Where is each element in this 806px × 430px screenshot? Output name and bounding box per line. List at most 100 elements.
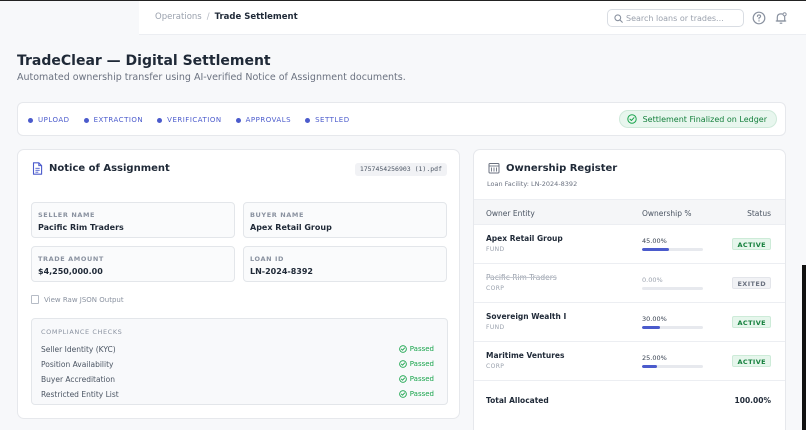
top-bar: Operations / Trade Settlement xyxy=(0,0,806,35)
breadcrumb-separator: / xyxy=(206,12,210,22)
field-label: SELLER NAME xyxy=(38,211,96,219)
step-dot xyxy=(235,117,241,123)
compliance-check-row: Restricted Entity List Passed xyxy=(41,388,434,400)
page-subtitle: Automated ownership transfer using AI-ve… xyxy=(17,72,406,83)
field-label: BUYER NAME xyxy=(250,211,305,219)
search-input[interactable] xyxy=(626,12,738,25)
step-extraction: EXTRACTION xyxy=(83,116,144,124)
check-status-text: Passed xyxy=(409,375,434,383)
field-label: TRADE AMOUNT xyxy=(38,255,104,263)
window-edge xyxy=(802,265,806,430)
column-header-status: Status xyxy=(747,209,771,218)
field-label: LOAN ID xyxy=(250,255,285,263)
owner-entity: Apex Retail Group xyxy=(486,234,563,243)
field-value: LN-2024-8392 xyxy=(250,267,313,276)
check-circle-icon xyxy=(398,390,407,398)
status-badge: ACTIVE xyxy=(732,355,771,367)
step-label: UPLOAD xyxy=(38,116,70,124)
compliance-checks-panel: COMPLIANCE CHECKS Seller Identity (KYC) … xyxy=(31,318,448,405)
ownership-bar-fill xyxy=(642,365,658,368)
step-label: SETTLED xyxy=(315,116,350,124)
ownership-bar-fill xyxy=(642,248,670,251)
trade-amount-field: TRADE AMOUNT $4,250,000.00 xyxy=(31,246,235,282)
check-name: Restricted Entity List xyxy=(41,389,119,399)
status-badge: EXITED xyxy=(732,277,771,289)
owner-entity: Sovereign Wealth I xyxy=(486,312,567,321)
step-approvals: APPROVALS xyxy=(235,116,292,124)
total-value: 100.00% xyxy=(734,396,771,405)
step-label: EXTRACTION xyxy=(93,116,144,124)
check-name: Seller Identity (KYC) xyxy=(41,344,116,354)
register-table-header: Owner Entity Ownership % Status xyxy=(474,199,785,225)
notice-title: Notice of Assignment xyxy=(49,163,170,174)
check-status: Passed xyxy=(398,390,434,398)
breadcrumb: Operations / Trade Settlement xyxy=(155,12,298,22)
ownership-bar xyxy=(642,326,703,329)
raw-json-label[interactable]: View Raw JSON Output xyxy=(44,296,124,304)
step-settled: SETTLED xyxy=(305,116,350,124)
register-row: Sovereign Wealth I FUND 30.00% ACTIVE xyxy=(474,303,785,342)
loan-id-field: LOAN ID LN-2024-8392 xyxy=(243,246,447,282)
ownership-register-card: Ownership Register Loan Facility: LN-202… xyxy=(473,149,786,430)
ownership-percent: 30.00% xyxy=(642,315,667,323)
register-card-header: Ownership Register xyxy=(488,162,617,174)
seller-name-field: SELLER NAME Pacific Rim Traders xyxy=(31,202,235,238)
step-label: APPROVALS xyxy=(245,116,292,124)
owner-entity: Maritime Ventures xyxy=(486,351,565,360)
step-verification: VERIFICATION xyxy=(157,116,221,124)
bank-icon xyxy=(488,163,500,174)
search-icon xyxy=(614,14,623,23)
compliance-check-row: Position Availability Passed xyxy=(41,358,434,370)
step-list: UPLOAD EXTRACTION VERIFICATION APPROVALS… xyxy=(28,116,350,124)
compliance-check-row: Buyer Accreditation Passed xyxy=(41,373,434,385)
register-title: Ownership Register xyxy=(506,162,618,174)
breadcrumb-current: Trade Settlement xyxy=(214,12,298,22)
notice-card: Notice of Assignment 1757454256903 (1).p… xyxy=(17,149,460,419)
ownership-bar xyxy=(642,248,703,251)
check-status-text: Passed xyxy=(409,360,434,368)
step-dot xyxy=(305,117,311,123)
header: Operations / Trade Settlement xyxy=(139,1,806,35)
loan-facility-label: Loan Facility: LN-2024-8392 xyxy=(487,180,578,188)
document-icon xyxy=(32,162,43,175)
step-dot xyxy=(83,117,89,123)
entity-type: CORP xyxy=(486,363,505,370)
breadcrumb-parent[interactable]: Operations xyxy=(155,12,202,22)
search-box[interactable] xyxy=(607,9,744,27)
check-status: Passed xyxy=(398,345,434,353)
file-name-chip[interactable]: 1757454256903 (1).pdf xyxy=(354,163,447,176)
entity-type: FUND xyxy=(486,246,505,253)
check-status: Passed xyxy=(398,360,434,368)
ownership-bar xyxy=(642,365,703,368)
check-name: Buyer Accreditation xyxy=(41,374,115,384)
register-row: Maritime Ventures CORP 25.00% ACTIVE xyxy=(474,342,785,381)
field-value: Pacific Rim Traders xyxy=(38,223,124,232)
view-raw-json-toggle[interactable]: View Raw JSON Output xyxy=(31,295,124,304)
help-icon[interactable] xyxy=(751,10,767,26)
step-dot xyxy=(157,117,163,123)
bell-icon[interactable] xyxy=(773,10,789,26)
compliance-check-row: Seller Identity (KYC) Passed xyxy=(41,343,434,355)
settlement-status-badge: Settlement Finalized on Ledger xyxy=(618,110,777,128)
check-status: Passed xyxy=(398,375,434,383)
check-circle-icon xyxy=(398,375,407,383)
status-badge: ACTIVE xyxy=(732,238,771,250)
status-badge: ACTIVE xyxy=(732,316,771,328)
progress-stepper: UPLOAD EXTRACTION VERIFICATION APPROVALS… xyxy=(17,102,786,136)
ownership-percent: 0.00% xyxy=(642,276,663,284)
checkbox-icon[interactable] xyxy=(31,295,39,304)
total-label: Total Allocated xyxy=(486,396,549,405)
buyer-name-field: BUYER NAME Apex Retail Group xyxy=(243,202,447,238)
ownership-bar-fill xyxy=(642,326,661,329)
field-value: $4,250,000.00 xyxy=(38,267,103,276)
compliance-title: COMPLIANCE CHECKS xyxy=(41,328,123,336)
column-header-owner: Owner Entity xyxy=(486,209,535,218)
check-circle-icon xyxy=(398,345,407,353)
step-dot xyxy=(28,117,33,123)
settlement-status-text: Settlement Finalized on Ledger xyxy=(642,114,767,124)
ownership-bar xyxy=(642,287,703,290)
check-circle-icon xyxy=(626,114,637,124)
check-name: Position Availability xyxy=(41,359,114,369)
step-label: VERIFICATION xyxy=(167,116,222,124)
total-allocated-row: Total Allocated 100.00% xyxy=(474,383,785,417)
